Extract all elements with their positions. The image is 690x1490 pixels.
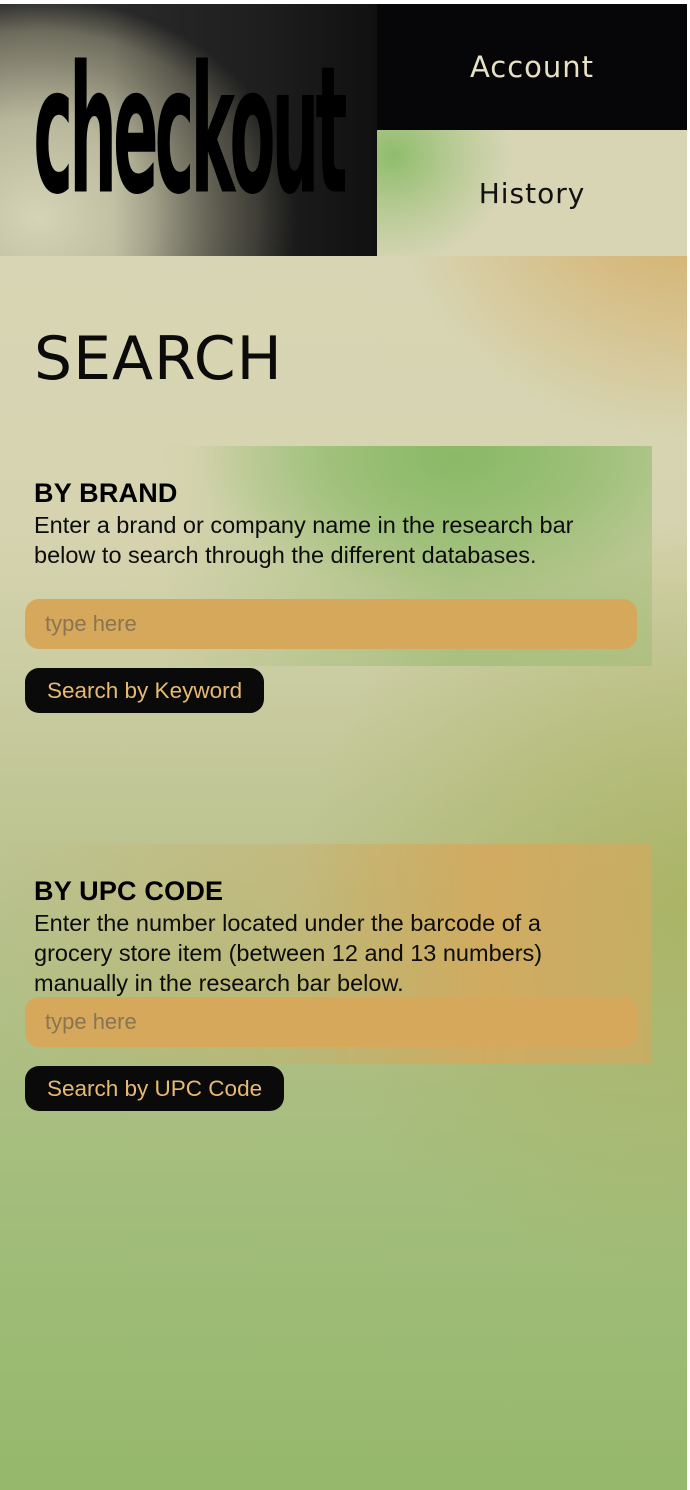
header: checkout Account History bbox=[0, 4, 687, 256]
search-by-brand-section: BY BRAND Enter a brand or company name i… bbox=[0, 446, 652, 713]
upc-heading: BY UPC CODE bbox=[34, 876, 224, 906]
nav-history-link[interactable]: History bbox=[377, 130, 687, 256]
brand-heading: BY BRAND bbox=[34, 478, 178, 508]
nav-account-link[interactable]: Account bbox=[377, 4, 687, 130]
logo-wordmark: checkout bbox=[33, 29, 347, 235]
brand-search-input[interactable] bbox=[25, 599, 637, 649]
brand-description: Enter a brand or company name in the res… bbox=[34, 512, 574, 568]
upc-search-input[interactable] bbox=[25, 997, 637, 1047]
page-title: SEARCH bbox=[34, 324, 283, 394]
search-by-keyword-button[interactable]: Search by Keyword bbox=[25, 668, 265, 713]
upc-description: Enter the number located under the barco… bbox=[34, 910, 543, 996]
page: checkout Account History SEARCH BY BRAND… bbox=[0, 4, 687, 1490]
search-by-upc-section: BY UPC CODE Enter the number located und… bbox=[0, 844, 652, 1111]
logo[interactable]: checkout bbox=[0, 4, 377, 256]
search-by-upc-button[interactable]: Search by UPC Code bbox=[25, 1066, 285, 1111]
